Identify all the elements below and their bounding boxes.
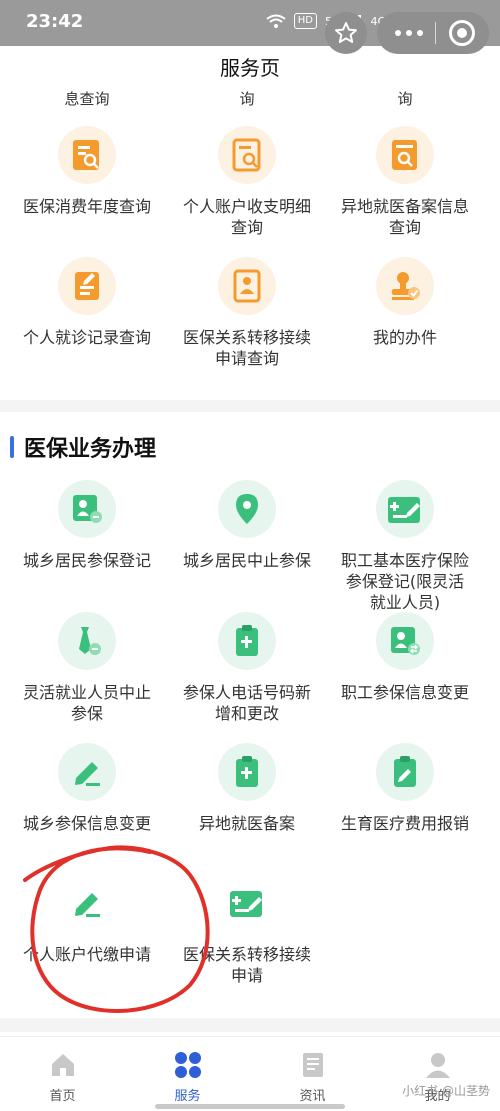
section-title: 医保业务办理 xyxy=(24,437,157,462)
person-switch-icon xyxy=(391,627,420,655)
tab-label: 资讯 xyxy=(299,1089,326,1104)
tab-bar: 首页 服务 资讯 我的 xyxy=(0,1036,500,1111)
service-label: 灵活就业人员中止参保 xyxy=(22,683,151,723)
service-item[interactable]: 职工参保信息变更 xyxy=(325,612,485,703)
section-header: 医保业务办理 xyxy=(10,434,157,462)
clipboard-plus-icon xyxy=(236,756,258,787)
service-item[interactable]: 医保关系转移接续申请 xyxy=(167,874,327,986)
service-label: 个人账户代缴申请 xyxy=(22,945,151,964)
home-icon xyxy=(51,1054,74,1076)
clipboard-icon xyxy=(236,625,258,656)
search-document-icon xyxy=(392,140,417,170)
watermark: 小红书 @山茎势 xyxy=(402,1084,490,1098)
service-item[interactable]: 异地就医备案 xyxy=(167,743,327,834)
grid-icon xyxy=(174,1052,201,1078)
pen-icon xyxy=(75,762,100,786)
service-item[interactable]: 医保消费年度查询 xyxy=(7,126,167,217)
star-icon xyxy=(335,22,357,43)
service-label: 参保人电话号码新增和更改 xyxy=(182,683,311,723)
service-label: 职工基本医疗保险参保登记(限灵活就业人员) xyxy=(340,551,469,612)
document-edit-icon xyxy=(75,272,99,300)
tie-stop-icon xyxy=(79,627,101,655)
service-label: 生育医疗费用报销 xyxy=(340,814,469,833)
person-add-icon xyxy=(73,495,102,523)
partial-row: 息查询 询 询 xyxy=(0,88,500,109)
more-button[interactable] xyxy=(395,30,423,36)
service-label: 城乡居民中止参保 xyxy=(182,551,311,570)
section-divider xyxy=(0,400,500,412)
service-label: 个人就诊记录查询 xyxy=(22,328,151,347)
search-document-icon xyxy=(232,138,261,172)
miniprogram-capsule xyxy=(377,12,489,54)
tab-news[interactable]: 资讯 xyxy=(250,1051,375,1104)
service-label: 城乡参保信息变更 xyxy=(22,814,151,833)
close-miniprogram-button[interactable] xyxy=(449,20,475,46)
service-label: 个人账户收支明细查询 xyxy=(182,197,311,237)
news-icon xyxy=(302,1053,323,1077)
service-item[interactable]: 职工基本医疗保险参保登记(限灵活就业人员) xyxy=(325,480,485,613)
service-label: 职工参保信息变更 xyxy=(340,683,469,702)
service-item[interactable]: 参保人电话号码新增和更改 xyxy=(167,612,327,724)
service-label: 我的办件 xyxy=(372,328,437,347)
home-indicator[interactable] xyxy=(155,1104,345,1109)
wifi-icon xyxy=(266,14,286,28)
service-item[interactable]: 异地就医备案信息查询 xyxy=(325,126,485,238)
service-label: 医保关系转移接续申请查询 xyxy=(182,328,311,368)
person-card-icon xyxy=(233,269,261,303)
service-item[interactable]: 医保关系转移接续申请查询 xyxy=(167,257,327,369)
service-item[interactable]: 我的办件 xyxy=(325,257,485,348)
service-item[interactable]: 生育医疗费用报销 xyxy=(325,743,485,834)
service-label: 异地就医备案信息查询 xyxy=(340,197,469,237)
partial-label[interactable]: 询 xyxy=(167,88,327,109)
partial-label[interactable]: 息查询 xyxy=(7,88,167,109)
service-label: 医保消费年度查询 xyxy=(22,197,151,216)
service-item[interactable]: 城乡参保信息变更 xyxy=(7,743,167,834)
search-document-icon xyxy=(73,140,99,170)
medical-form-icon xyxy=(230,891,262,917)
hd-badge: HD xyxy=(293,13,317,29)
favorite-button[interactable] xyxy=(325,12,367,54)
tab-service[interactable]: 服务 xyxy=(125,1051,250,1104)
medical-form-icon xyxy=(388,497,420,523)
stamp-icon xyxy=(392,272,420,300)
section-divider xyxy=(0,1018,500,1032)
service-label: 异地就医备案 xyxy=(198,814,295,833)
service-label: 城乡居民参保登记 xyxy=(22,551,151,570)
location-pin-icon xyxy=(236,494,258,524)
service-item[interactable]: 个人账户代缴申请 xyxy=(7,874,167,965)
user-icon xyxy=(425,1053,450,1078)
tab-home[interactable]: 首页 xyxy=(0,1051,125,1104)
pen-icon xyxy=(75,893,100,917)
tab-label: 首页 xyxy=(49,1089,76,1104)
status-time: 23:42 xyxy=(26,11,84,32)
service-item[interactable]: 个人就诊记录查询 xyxy=(7,257,167,348)
service-item[interactable]: 城乡居民参保登记 xyxy=(7,480,167,571)
service-item[interactable]: 个人账户收支明细查询 xyxy=(167,126,327,238)
service-item[interactable]: 灵活就业人员中止参保 xyxy=(7,612,167,724)
partial-label[interactable]: 询 xyxy=(325,88,485,109)
tab-label: 服务 xyxy=(174,1089,201,1104)
page-title: 服务页 xyxy=(220,56,280,80)
service-label: 医保关系转移接续申请 xyxy=(182,945,311,985)
clipboard-edit-icon xyxy=(394,756,416,787)
service-item[interactable]: 城乡居民中止参保 xyxy=(167,480,327,571)
